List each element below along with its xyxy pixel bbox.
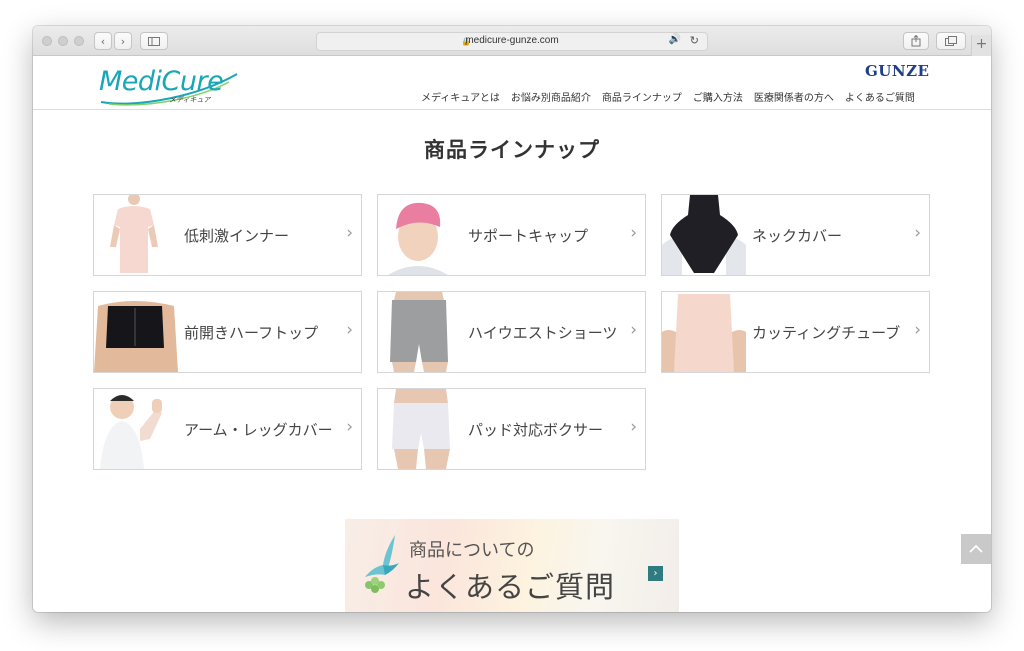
- product-image-boxer: [378, 389, 462, 469]
- medicure-logo[interactable]: MediCure メディキュア: [99, 64, 239, 108]
- reload-icon[interactable]: ↻: [690, 34, 699, 47]
- gunze-brand-logo[interactable]: GUNZE: [865, 62, 930, 80]
- product-card-boxer[interactable]: パッド対応ボクサー ›: [377, 388, 646, 470]
- chevron-right-icon: ›: [630, 223, 637, 243]
- nav-item-faq[interactable]: よくあるご質問: [845, 89, 915, 104]
- minimize-window-button[interactable]: [58, 36, 68, 46]
- product-label: パッド対応ボクサー: [468, 420, 604, 439]
- tabs-icon: [945, 36, 957, 46]
- product-image-halftop: [94, 292, 178, 372]
- chevron-right-icon: ›: [346, 320, 353, 340]
- chevron-right-icon: ›: [346, 417, 353, 437]
- share-icon: [911, 35, 921, 47]
- nav-item-medical[interactable]: 医療関係者の方へ: [754, 89, 834, 104]
- site-header: MediCure メディキュア GUNZE メディキュアとは お悩み別商品紹介 …: [33, 56, 991, 110]
- share-button[interactable]: [903, 32, 929, 50]
- sidebar-button[interactable]: [140, 32, 168, 50]
- faq-banner-line2: よくあるご質問: [405, 570, 616, 604]
- product-label: 低刺激インナー: [184, 226, 290, 245]
- bird-icon: [365, 535, 399, 593]
- back-button[interactable]: ‹: [94, 32, 112, 50]
- close-window-button[interactable]: [42, 36, 52, 46]
- chevron-right-icon: ›: [630, 320, 637, 340]
- chevron-left-icon: ‹: [100, 34, 106, 48]
- main-nav: メディキュアとは お悩み別商品紹介 商品ラインナップ ご購入方法 医療関係者の方…: [421, 89, 915, 104]
- faq-banner[interactable]: 商品についての よくあるご質問 ›: [345, 519, 679, 612]
- faq-banner-line1: 商品についての: [409, 540, 535, 561]
- product-card-inner[interactable]: 低刺激インナー ›: [93, 194, 362, 276]
- chevron-right-icon: ›: [630, 417, 637, 437]
- product-card-armleg[interactable]: アーム・レッグカバー ›: [93, 388, 362, 470]
- chevron-right-icon: ›: [120, 34, 126, 48]
- forward-button[interactable]: ›: [114, 32, 132, 50]
- browser-window: ‹ › 🔒 medicure-gunze.com 🔊 ↻ + MediCure …: [33, 26, 991, 612]
- product-image-inner: [94, 195, 178, 275]
- product-card-neck[interactable]: ネックカバー ›: [661, 194, 930, 276]
- product-label: ハイウエストショーツ: [468, 323, 618, 342]
- product-label: カッティングチューブ: [752, 323, 901, 342]
- chevron-right-icon: ›: [914, 223, 921, 243]
- tabs-overview-button[interactable]: [936, 32, 966, 50]
- new-tab-button[interactable]: +: [971, 35, 991, 56]
- product-image-cap: [378, 195, 462, 275]
- product-image-tube: [662, 292, 746, 372]
- browser-toolbar: ‹ › 🔒 medicure-gunze.com 🔊 ↻: [33, 26, 991, 56]
- product-card-shorts[interactable]: ハイウエストショーツ ›: [377, 291, 646, 373]
- back-to-top-icon: [969, 544, 983, 553]
- product-label: サポートキャップ: [468, 226, 589, 245]
- url-text: medicure-gunze.com: [465, 35, 559, 46]
- logo-subtext: メディキュア: [169, 96, 211, 104]
- product-image-neck: [662, 195, 746, 275]
- speaker-icon[interactable]: 🔊: [669, 34, 681, 45]
- sidebar-icon: [148, 36, 160, 46]
- nav-item-purchase[interactable]: ご購入方法: [693, 89, 743, 104]
- product-label: 前開きハーフトップ: [184, 323, 319, 342]
- product-image-shorts: [378, 292, 462, 372]
- product-label: ネックカバー: [752, 226, 843, 245]
- chevron-right-icon: ›: [914, 320, 921, 340]
- address-bar[interactable]: 🔒 medicure-gunze.com 🔊 ↻: [316, 32, 708, 51]
- back-to-top-button[interactable]: [961, 534, 991, 564]
- arrow-right-icon: ›: [648, 566, 663, 581]
- page-title: 商品ラインナップ: [424, 138, 600, 162]
- logo-text: MediCure: [99, 66, 224, 97]
- product-card-halftop[interactable]: 前開きハーフトップ ›: [93, 291, 362, 373]
- zoom-window-button[interactable]: [74, 36, 84, 46]
- nav-item-about[interactable]: メディキュアとは: [421, 89, 500, 104]
- product-card-cap[interactable]: サポートキャップ ›: [377, 194, 646, 276]
- product-card-tube[interactable]: カッティングチューブ ›: [661, 291, 930, 373]
- nav-item-concerns[interactable]: お悩み別商品紹介: [511, 89, 591, 104]
- chevron-right-icon: ›: [346, 223, 353, 243]
- product-image-armleg: [94, 389, 178, 469]
- nav-item-lineup[interactable]: 商品ラインナップ: [602, 89, 682, 104]
- product-label: アーム・レッグカバー: [184, 420, 333, 439]
